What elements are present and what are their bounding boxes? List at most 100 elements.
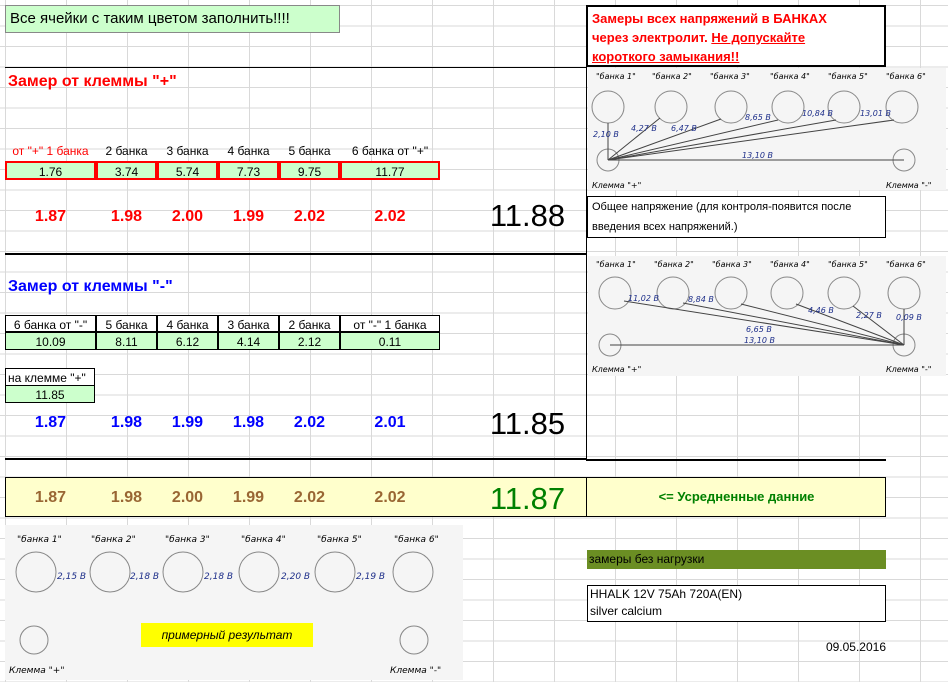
- mid-bank-5-label: "банка 5": [828, 260, 868, 269]
- top-bank-5-label: "банка 5": [828, 72, 868, 81]
- plus-value-2[interactable]: 3.74: [96, 161, 157, 180]
- ex-terminal-plus: Клемма "+": [9, 666, 64, 676]
- battery-info: HHALK 12V 75Ah 720A(EN) silver calcium: [587, 585, 886, 622]
- warning-box: Замеры всех напряжений в БАНКАХ через эл…: [586, 5, 886, 67]
- top-reading-3: 6,47 В: [671, 124, 697, 133]
- average-cell-voltage-3: 2.00: [171, 489, 204, 506]
- example-result-label: примерный результат: [141, 623, 313, 647]
- ex-reading-5: 2,19 В: [356, 572, 385, 582]
- ex-reading-3: 2,18 В: [204, 572, 233, 582]
- mid-reading-4: 4,46 В: [808, 306, 834, 315]
- warning-line1: Замеры всех напряжений в БАНКАХ: [592, 11, 827, 26]
- ex-reading-4: 2,20 В: [281, 572, 310, 582]
- battery-type: silver calcium: [590, 604, 663, 618]
- plus-value-4[interactable]: 7.73: [218, 161, 279, 180]
- mid-reading-6: 0,09 В: [896, 313, 922, 322]
- ex-terminal-minus: Клемма "-": [390, 666, 441, 676]
- top-bank-1-label: "банка 1": [596, 72, 636, 81]
- top-bank-2-label: "банка 2": [652, 72, 692, 81]
- top-bank-6-label: "банка 6": [886, 72, 926, 81]
- plus-total: 11.88: [489, 198, 566, 233]
- mid-bank-6-label: "банка 6": [886, 260, 926, 269]
- top-terminal-plus: Клемма "+": [592, 181, 641, 190]
- minus-cell-voltage-1: 1.87: [34, 414, 67, 431]
- average-label: <= Усредненные данние: [658, 489, 815, 504]
- minus-value-5[interactable]: 2.12: [279, 332, 340, 350]
- minus-header-6: от "-" 1 банка: [340, 315, 440, 332]
- warning-line2: через электролит. Не допускайте: [592, 30, 806, 45]
- mid-bank-4-label: "банка 4": [770, 260, 810, 269]
- minus-value-4[interactable]: 4.14: [218, 332, 279, 350]
- minus-value-2[interactable]: 8.11: [96, 332, 157, 350]
- minus-cell-voltage-3: 1.99: [171, 414, 204, 431]
- plus-terminal-value[interactable]: 11.85: [5, 385, 95, 403]
- battery-model: HHALK 12V 75Ah 720A(EN): [590, 587, 743, 601]
- minus-value-6[interactable]: 0.11: [340, 332, 440, 350]
- plus-cell-voltage-3: 2.00: [171, 208, 204, 225]
- plus-cell-voltage-6: 2.02: [374, 208, 406, 225]
- minus-header-2: 5 банка: [96, 315, 157, 332]
- top-reading-total: 13,10 В: [742, 151, 773, 160]
- average-cell-voltage-2: 1.98: [110, 489, 143, 506]
- mid-bank-2-label: "банка 2": [654, 260, 694, 269]
- ex-bank-1-label: "банка 1": [17, 535, 62, 545]
- plus-header-6: 6 банка от "+": [351, 144, 429, 158]
- mid-reading-5: 2,27 В: [856, 311, 882, 320]
- plus-value-1[interactable]: 1.76: [5, 161, 96, 180]
- ex-bank-4-label: "банка 4": [241, 535, 286, 545]
- top-reading-2: 4,27 В: [631, 124, 657, 133]
- top-terminal-minus: Клемма "-": [886, 181, 931, 190]
- plus-terminal-label: на клемме "+": [5, 368, 95, 386]
- plus-header-5: 5 банка: [288, 144, 331, 158]
- plus-cell-voltage-1: 1.87: [34, 208, 67, 225]
- diagram-example-svg: "банка 1" "банка 2" "банка 3" "банка 4" …: [9, 535, 441, 676]
- plus-header-4: 4 банка: [227, 144, 270, 158]
- diagram-plus-measure: "банка 1" "банка 2" "банка 3" "банка 4" …: [588, 68, 946, 190]
- plus-value-6[interactable]: 11.77: [340, 161, 440, 180]
- top-bank-3-label: "банка 3": [710, 72, 750, 81]
- ex-bank-2-label: "банка 2": [91, 535, 136, 545]
- mid-bank-1-label: "банка 1": [596, 260, 636, 269]
- ex-reading-2: 2,18 В: [130, 572, 159, 582]
- minus-cell-voltage-5: 2.02: [293, 414, 326, 431]
- mid-terminal-plus: Клемма "+": [592, 365, 641, 374]
- top-reading-4: 8,65 В: [745, 113, 771, 122]
- mid-reading-3: 6,65 В: [746, 325, 772, 334]
- date-cell: 09.05.2016: [825, 640, 886, 654]
- plus-header-3: 3 банка: [166, 144, 209, 158]
- ex-bank-6-label: "банка 6": [394, 535, 439, 545]
- mid-reading-2: 8,84 В: [688, 295, 714, 304]
- average-cell-voltage-6: 2.02: [374, 489, 406, 506]
- plus-cell-voltage-2: 1.98: [110, 208, 143, 225]
- plus-cell-voltage-4: 1.99: [232, 208, 265, 225]
- ex-bank-3-label: "банка 3": [165, 535, 210, 545]
- plus-total-note: Общее напряжение (для контроля-появится …: [587, 196, 886, 238]
- minus-section-rightline: [586, 459, 886, 461]
- minus-value-1[interactable]: 10.09: [5, 332, 96, 350]
- top-reading-1: 2,10 В: [593, 130, 619, 139]
- minus-cell-voltage-4: 1.98: [232, 414, 265, 431]
- plus-section-title: Замер от клеммы "+": [8, 73, 177, 90]
- average-cell-voltage-4: 1.99: [232, 489, 265, 506]
- plus-header-2: 2 банка: [105, 144, 148, 158]
- plus-header-1: от "+" 1 банка: [12, 144, 89, 158]
- minus-cell-voltage-2: 1.98: [110, 414, 143, 431]
- top-reading-5: 10,84 В: [802, 109, 833, 118]
- mid-terminal-minus: Клемма "-": [886, 365, 931, 374]
- minus-header-5: 2 банка: [279, 315, 340, 332]
- plus-value-3[interactable]: 5.74: [157, 161, 218, 180]
- minus-header-3: 4 банка: [157, 315, 218, 332]
- fill-notice: Все ячейки с таким цветом заполнить!!!!: [5, 5, 340, 33]
- diagram-example: "банка 1" "банка 2" "банка 3" "банка 4" …: [5, 525, 463, 680]
- minus-header-4: 3 банка: [218, 315, 279, 332]
- average-cell-voltage-1: 1.87: [34, 489, 67, 506]
- minus-total: 11.85: [489, 406, 566, 441]
- ex-reading-1: 2,15 В: [57, 572, 86, 582]
- plus-cell-voltage-5: 2.02: [293, 208, 326, 225]
- minus-section-title: Замер от клеммы "-": [8, 278, 173, 295]
- minus-value-3[interactable]: 6.12: [157, 332, 218, 350]
- diagram-minus-measure: "банка 1" "банка 2" "банка 3" "банка 4" …: [588, 256, 946, 376]
- mid-reading-total: 13,10 В: [744, 336, 775, 345]
- minus-cell-voltage-6: 2.01: [374, 414, 406, 431]
- plus-value-5[interactable]: 9.75: [279, 161, 340, 180]
